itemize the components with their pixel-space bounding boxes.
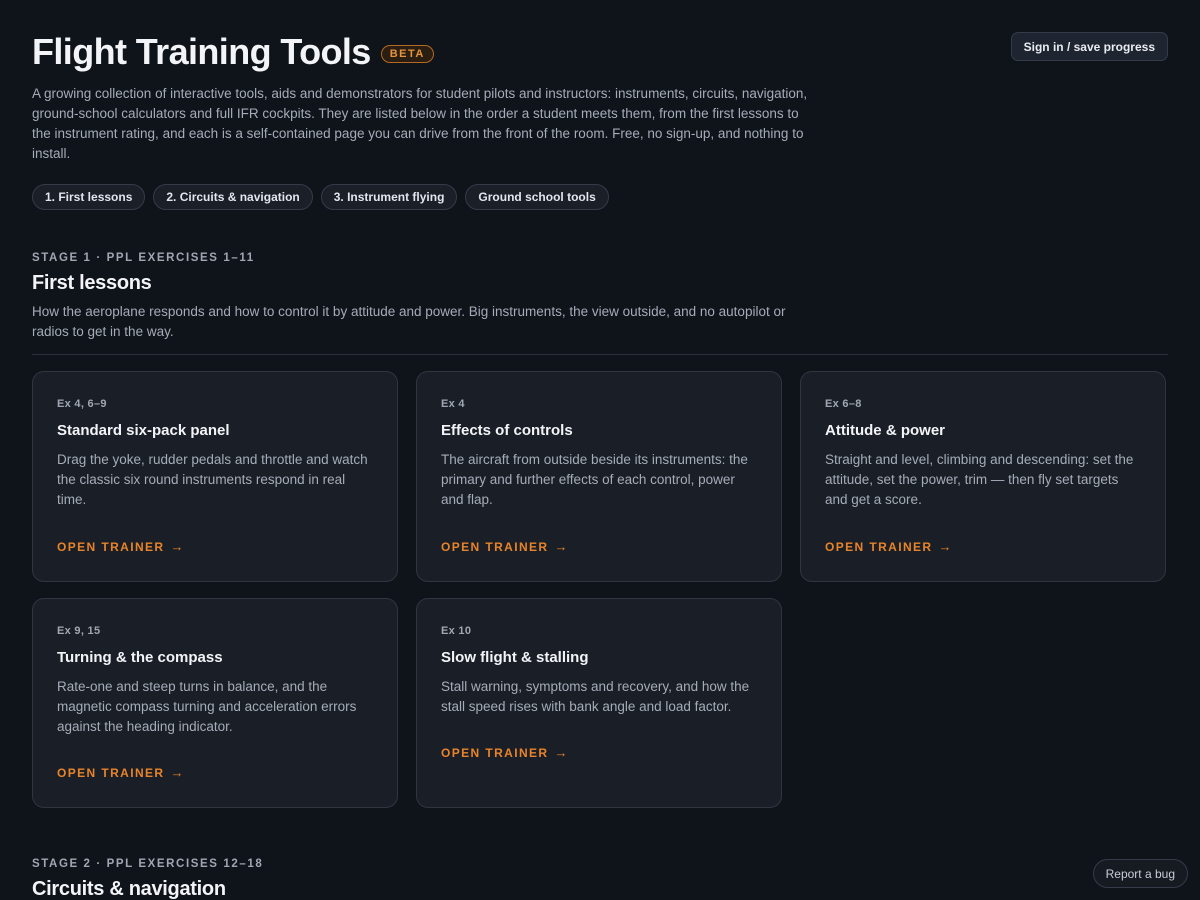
beta-badge: BETA [380, 45, 434, 63]
open-trainer-link[interactable]: OPEN TRAINER → [441, 745, 567, 760]
trainer-card-attitude-power[interactable]: Ex 6–8 Attitude & power Straight and lev… [800, 371, 1166, 582]
nav-chip-instrument-flying[interactable]: 3. Instrument flying [320, 184, 458, 210]
nav-chip-ground-school-tools[interactable]: Ground school tools [465, 184, 609, 210]
open-trainer-link[interactable]: OPEN TRAINER → [441, 539, 567, 554]
nav-chip-circuits-navigation[interactable]: 2. Circuits & navigation [153, 184, 313, 210]
stage1-title: First lessons [32, 272, 152, 294]
card-description: Drag the yoke, rudder pedals and throttl… [57, 452, 368, 507]
section-divider [32, 354, 1168, 355]
section-nav: 1. First lessons 2. Circuits & navigatio… [32, 184, 609, 210]
card-title: Turning & the compass [57, 649, 223, 666]
card-description: Straight and level, climbing and descend… [825, 452, 1134, 507]
nav-chip-first-lessons[interactable]: 1. First lessons [32, 184, 146, 210]
trainer-card-effects-of-controls[interactable]: Ex 4 Effects of controls The aircraft fr… [416, 371, 782, 582]
page: Flight Training Tools BETA Sign in / sav… [0, 0, 1200, 900]
stage1-description: How the aeroplane responds and how to co… [32, 304, 786, 339]
title-row: Flight Training Tools BETA [32, 30, 434, 74]
card-exercise-ref: Ex 9, 15 [57, 625, 101, 637]
open-trainer-label: OPEN TRAINER [441, 539, 549, 554]
card-exercise-ref: Ex 4, 6–9 [57, 398, 107, 410]
arrow-right-icon: → [554, 745, 568, 760]
open-trainer-label: OPEN TRAINER [57, 765, 165, 780]
open-trainer-link[interactable]: OPEN TRAINER → [57, 765, 183, 780]
card-description: Stall warning, symptoms and recovery, an… [441, 679, 750, 714]
card-exercise-ref: Ex 6–8 [825, 398, 862, 410]
stage2-title: Circuits & navigation [32, 878, 226, 900]
trainer-card-six-pack[interactable]: Ex 4, 6–9 Standard six-pack panel Drag t… [32, 371, 398, 582]
arrow-right-icon: → [170, 765, 184, 780]
card-title: Effects of controls [441, 422, 573, 439]
card-title: Slow flight & stalling [441, 649, 589, 666]
card-exercise-ref: Ex 10 [441, 625, 472, 637]
arrow-right-icon: → [170, 539, 184, 554]
intro-text: A growing collection of interactive tool… [32, 86, 808, 161]
card-title: Attitude & power [825, 422, 945, 439]
open-trainer-label: OPEN TRAINER [441, 745, 549, 760]
open-trainer-label: OPEN TRAINER [825, 539, 933, 554]
stage1-label: STAGE 1 · PPL EXERCISES 1–11 [32, 252, 255, 264]
open-trainer-label: OPEN TRAINER [57, 539, 165, 554]
stage2-label: STAGE 2 · PPL EXERCISES 12–18 [32, 858, 264, 870]
arrow-right-icon: → [938, 539, 952, 554]
signin-button[interactable]: Sign in / save progress [1010, 32, 1168, 61]
trainer-card-slow-flight-stalling[interactable]: Ex 10 Slow flight & stalling Stall warni… [416, 598, 782, 808]
open-trainer-link[interactable]: OPEN TRAINER → [57, 539, 183, 554]
report-bug-button[interactable]: Report a bug [1092, 859, 1188, 888]
open-trainer-link[interactable]: OPEN TRAINER → [825, 539, 951, 554]
card-exercise-ref: Ex 4 [441, 398, 465, 410]
card-title: Standard six-pack panel [57, 422, 230, 439]
trainer-card-turning-compass[interactable]: Ex 9, 15 Turning & the compass Rate-one … [32, 598, 398, 808]
page-title: Flight Training Tools [32, 31, 371, 72]
card-description: Rate-one and steep turns in balance, and… [57, 679, 357, 734]
card-description: The aircraft from outside beside its ins… [441, 452, 748, 507]
arrow-right-icon: → [554, 539, 568, 554]
